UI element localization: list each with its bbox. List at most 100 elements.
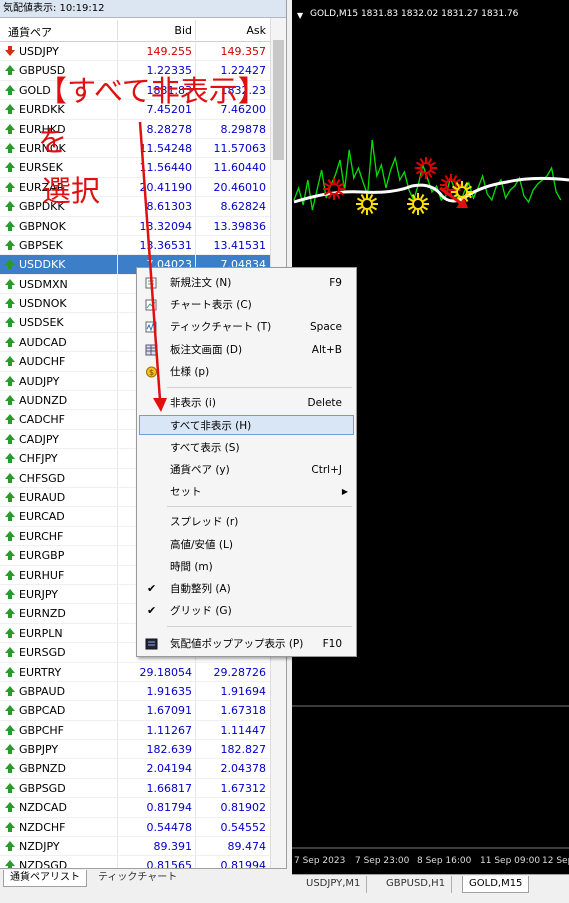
bid-price: 13.36531 [139, 238, 193, 252]
bid-price: 1.66817 [146, 781, 193, 795]
table-row[interactable]: GBPNOK 13.32094 13.39836 [0, 216, 270, 236]
bid-price: 1.91635 [146, 684, 193, 698]
specification-icon: $ [146, 366, 157, 378]
chart-tabs: USDJPY,M1 GBPUSD,H1 GOLD,M15 [292, 874, 569, 894]
up-arrow-icon [5, 627, 15, 638]
symbol-name: CHFSGD [19, 471, 66, 485]
tab-usdjpy-m1[interactable]: USDJPY,M1 [300, 876, 368, 893]
symbol-name: NZDJPY [19, 840, 60, 854]
symbol-name: USDNOK [19, 297, 67, 311]
menu-item-time[interactable]: 時間 (m) [139, 557, 354, 577]
column-divider [117, 604, 118, 623]
up-arrow-icon [5, 201, 15, 212]
column-header-bid[interactable]: Bid [116, 24, 192, 37]
sell-signal-marker [415, 157, 437, 179]
up-arrow-icon [5, 259, 15, 270]
up-arrow-icon [5, 860, 15, 868]
symbol-name: AUDJPY [19, 374, 60, 388]
table-row[interactable]: GBPCHF 1.11267 1.11447 [0, 720, 270, 741]
menu-item-hide-all[interactable]: すべて非表示 (H) [139, 415, 354, 435]
buy-signal-marker [356, 193, 378, 215]
column-divider [117, 468, 118, 487]
symbol-name: USDJPY [19, 45, 59, 58]
table-row[interactable]: NZDCAD 0.81794 0.81902 [0, 798, 270, 818]
menu-item-popup-prices[interactable]: 気配値ポップアップ表示 (P) F10 [139, 634, 354, 654]
ask-price: 13.41531 [213, 238, 267, 252]
bid-price: 29.18054 [139, 665, 193, 679]
menu-separator [167, 506, 352, 507]
table-row[interactable]: EURTRY 29.18054 29.28726 [0, 662, 270, 682]
symbol-name: NZDSGD [19, 859, 68, 868]
menu-item-hide[interactable]: 非表示 (i) Delete [139, 393, 354, 413]
up-arrow-icon [5, 181, 15, 192]
symbol-name: EURPLN [19, 626, 63, 640]
bid-price: 13.32094 [139, 219, 193, 233]
tab-gold-m15[interactable]: GOLD,M15 [462, 876, 530, 893]
column-header-ask[interactable]: Ask [194, 24, 266, 37]
up-arrow-icon [5, 356, 15, 367]
up-arrow-icon [5, 220, 15, 231]
ask-price: 182.827 [220, 743, 267, 757]
up-arrow-icon [5, 414, 15, 425]
symbol-name: USDMXN [19, 277, 68, 291]
menu-item-show-all[interactable]: すべて表示 (S) [139, 438, 354, 458]
table-row[interactable]: GBPNZD 2.04194 2.04378 [0, 759, 270, 779]
ask-price: 1.91694 [220, 684, 267, 698]
menu-item-spread[interactable]: スプレッド (r) [139, 512, 354, 532]
market-watch-title: 気配値表示: 10:19:12 [0, 0, 286, 18]
up-arrow-icon [5, 705, 15, 716]
table-row[interactable]: GBPAUD 1.91635 1.91694 [0, 681, 270, 702]
menu-item-chart-window[interactable]: チャート表示 (C) [139, 295, 354, 315]
menu-item-high-low[interactable]: 高値/安値 (L) [139, 535, 354, 555]
menu-item-depth-of-market[interactable]: 板注文画面 (D) Alt+B [139, 340, 354, 360]
ask-price: 1.11447 [220, 723, 267, 737]
menu-item-grid[interactable]: ✔ グリッド (G) [139, 601, 354, 621]
up-arrow-icon [5, 104, 15, 115]
menu-item-specification[interactable]: $ 仕様 (p) [139, 362, 354, 382]
up-arrow-icon [5, 588, 15, 599]
tab-symbols[interactable]: 通貨ペアリスト [3, 870, 87, 887]
table-row[interactable]: NZDCHF 0.54478 0.54552 [0, 817, 270, 838]
table-row[interactable]: GBPJPY 182.639 182.827 [0, 740, 270, 760]
symbol-name: USDSEK [19, 316, 64, 330]
symbol-name: GBPNOK [19, 219, 66, 233]
menu-item-new-order[interactable]: 新規注文 (N) F9 [139, 273, 354, 293]
up-arrow-icon [5, 744, 15, 755]
table-row[interactable]: GBPSEK 13.36531 13.41531 [0, 235, 270, 256]
bid-price: 1.11267 [146, 723, 193, 737]
tick-chart-icon [145, 321, 157, 333]
symbol-name: GBPSEK [19, 238, 63, 252]
table-row[interactable]: GBPSGD 1.66817 1.67312 [0, 778, 270, 799]
table-row[interactable]: NZDJPY 89.391 89.474 [0, 837, 270, 857]
table-row[interactable]: NZDSGD 0.81565 0.81994 [0, 856, 270, 868]
menu-item-tick-chart[interactable]: ティックチャート (T) Space [139, 317, 354, 337]
column-divider [117, 313, 118, 332]
up-arrow-icon [5, 569, 15, 580]
menu-item-auto-arrange[interactable]: ✔ 自動整列 (A) [139, 579, 354, 599]
menu-item-sets[interactable]: セット ▶ [139, 482, 354, 502]
symbol-name: EURCHF [19, 529, 64, 543]
column-divider [117, 449, 118, 468]
market-watch-tabs: 通貨ペアリスト ティックチャート [0, 868, 287, 888]
down-arrow-icon [5, 46, 15, 56]
tab-tick-chart[interactable]: ティックチャート [92, 870, 183, 887]
symbol-name: GBPCAD [19, 704, 66, 718]
column-header-symbol[interactable]: 通貨ペア [8, 24, 52, 40]
up-arrow-icon [5, 511, 15, 522]
up-arrow-icon [5, 336, 15, 347]
table-row[interactable]: USDJPY 149.255 149.357 [0, 42, 270, 62]
symbol-name: EURCAD [19, 510, 65, 524]
up-arrow-icon [5, 278, 15, 289]
menu-item-symbols[interactable]: 通貨ペア (y) Ctrl+J [139, 460, 354, 480]
up-arrow-icon [5, 142, 15, 153]
tab-gbpusd-h1[interactable]: GBPUSD,H1 [380, 876, 453, 893]
table-row[interactable]: GBPCAD 1.67091 1.67318 [0, 701, 270, 721]
symbol-name: EURJPY [19, 587, 58, 601]
symbol-name: CADCHF [19, 413, 65, 427]
up-arrow-icon [5, 550, 15, 561]
symbol-name: GBPNZD [19, 762, 66, 776]
ask-price: 13.39836 [213, 219, 267, 233]
symbol-name: GBPSGD [19, 781, 66, 795]
column-divider [117, 526, 118, 546]
depth-of-market-icon [145, 344, 158, 356]
